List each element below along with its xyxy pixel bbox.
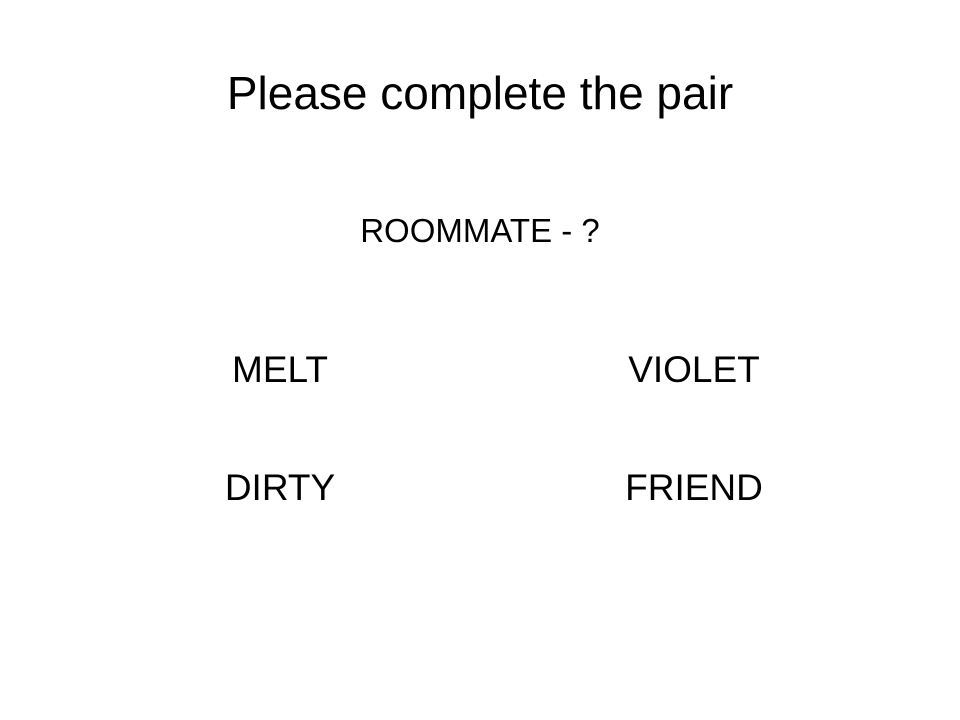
- page-title: Please complete the pair: [226, 67, 734, 119]
- option-melt[interactable]: MELT: [160, 342, 400, 398]
- option-violet[interactable]: VIOLET: [574, 342, 814, 398]
- slide: Please complete the pair ROOMMATE - ? ME…: [0, 0, 960, 720]
- option-dirty[interactable]: DIRTY: [160, 460, 400, 516]
- option-friend[interactable]: FRIEND: [574, 460, 814, 516]
- pair-prompt: ROOMMATE - ?: [360, 212, 600, 249]
